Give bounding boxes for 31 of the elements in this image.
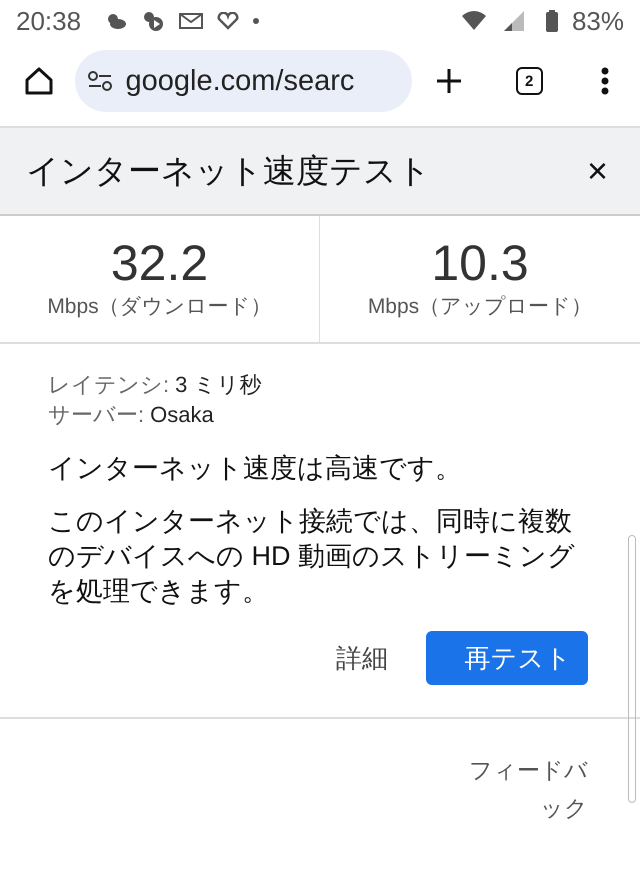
retest-button[interactable]: 再テスト — [426, 631, 588, 685]
plus-icon — [435, 67, 464, 95]
home-icon — [22, 65, 55, 97]
close-button[interactable]: × — [580, 150, 614, 192]
detail-label: レイテンシ: — [48, 371, 170, 399]
battery-percent: 83% — [572, 6, 624, 36]
weather-play-icon — [141, 10, 166, 32]
site-settings-icon[interactable] — [87, 70, 114, 92]
battery-icon — [546, 10, 558, 32]
speed-value: 32.2 — [110, 238, 208, 288]
description-text: このインターネット接続では、同時に複数のデバイスへの HD 動画のストリーミングを処理できます。 — [48, 505, 576, 608]
speed-unit: Mbps（アップロード） — [368, 294, 592, 320]
url-text: google.com/searc — [125, 64, 354, 98]
heart-icon — [217, 12, 240, 30]
detail-label: サーバー: — [48, 401, 144, 429]
speed-verdict: インターネット速度は高速です。 — [48, 452, 463, 485]
speed-value: 10.3 — [431, 238, 529, 288]
details-button[interactable]: 詳細 — [336, 631, 388, 685]
menu-icon — [601, 67, 610, 95]
dot-icon — [253, 18, 260, 24]
card-title: インターネット速度テスト — [26, 150, 432, 190]
scrollbar[interactable] — [628, 535, 636, 803]
speed-unit: Mbps（ダウンロード） — [47, 294, 272, 320]
detail-value: Osaka — [150, 401, 214, 429]
feedback-link[interactable]: フィードバック — [466, 751, 588, 827]
weather-icon — [105, 12, 128, 30]
detail-value: 3 ミリ秒 — [175, 371, 262, 399]
tab-switcher-button[interactable]: 2 — [516, 67, 543, 95]
status-time: 20:38 — [16, 6, 82, 36]
mail-icon — [179, 13, 204, 29]
address-bar[interactable]: google.com/searc — [75, 50, 412, 112]
